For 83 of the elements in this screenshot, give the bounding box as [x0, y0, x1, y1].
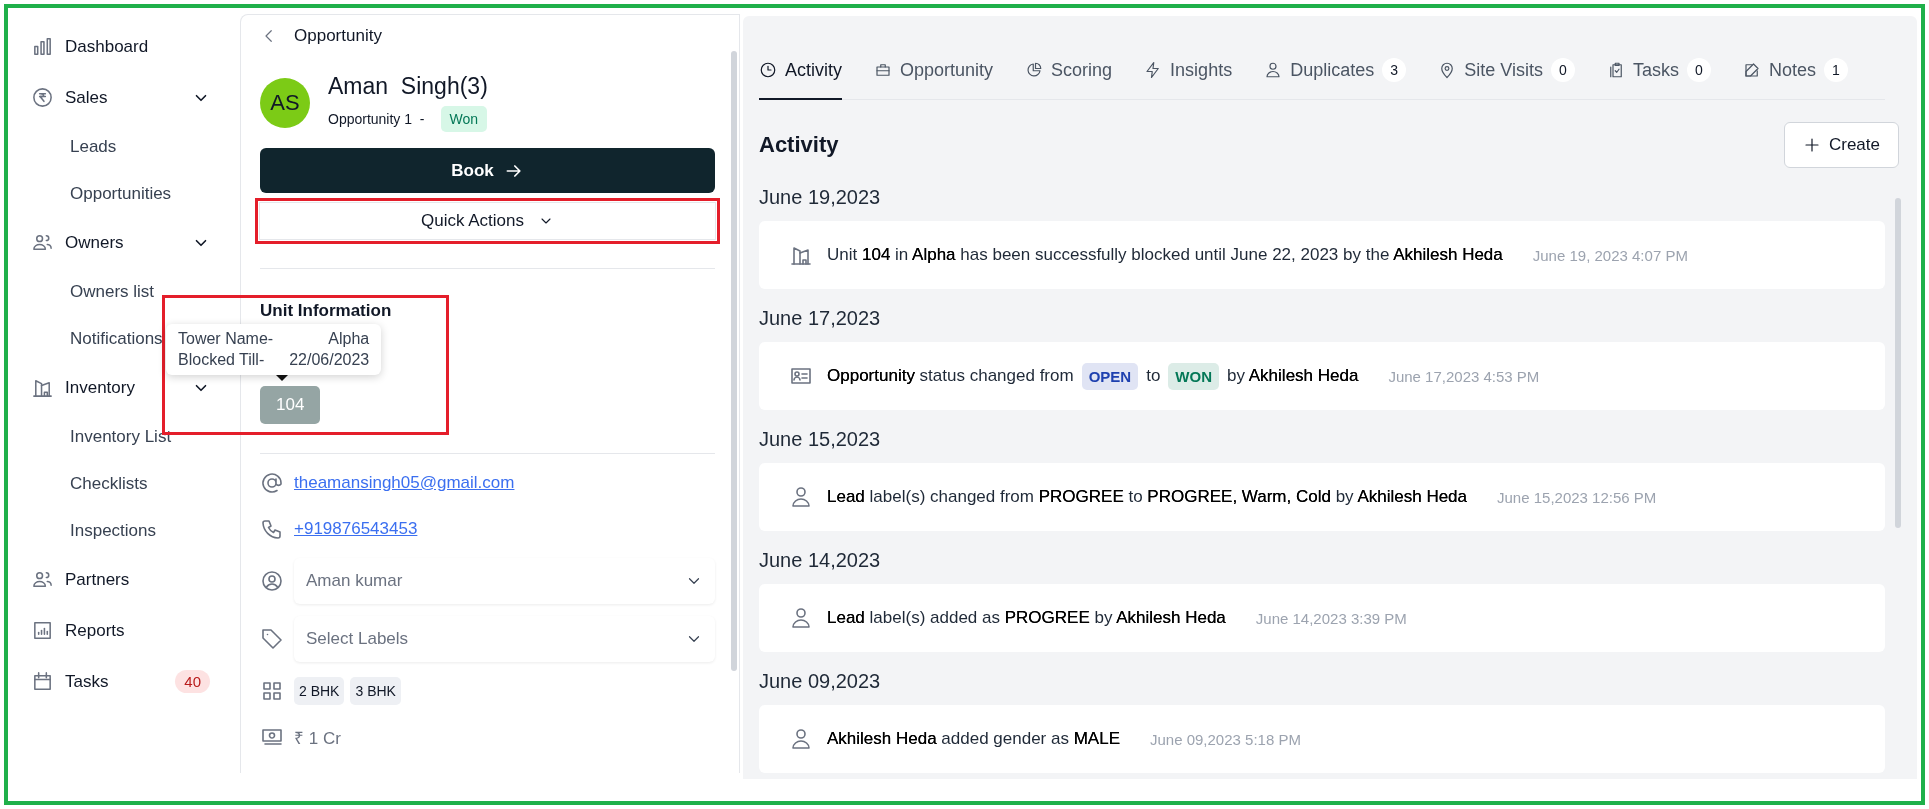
activity-text: Akhilesh Heda added gender as MALE — [827, 729, 1120, 749]
tooltip-label: Blocked Till- — [178, 351, 266, 369]
person-icon — [789, 606, 813, 630]
opportunity-label: Opportunity 1 - — [328, 111, 425, 127]
configuration-chip: 3 BHK — [350, 677, 401, 705]
contact-name: Aman Singh(3) — [328, 73, 488, 100]
quick-actions-button[interactable]: Quick Actions — [259, 202, 716, 240]
sidebar-subitem[interactable]: Notifications — [8, 315, 163, 362]
calendar-icon — [31, 670, 54, 693]
count-badge: 1 — [1823, 58, 1848, 82]
count-badge: 3 — [1382, 58, 1407, 82]
tooltip-value: Alpha — [327, 330, 370, 348]
pencil-icon — [1742, 61, 1761, 79]
section-heading: Unit Information — [260, 301, 392, 321]
status-badge: Won — [440, 106, 488, 132]
owner-select[interactable]: Aman kumar — [294, 558, 715, 604]
timestamp: June 17,2023 4:53 PM — [1388, 367, 1540, 385]
date-heading: June 17,2023 — [759, 307, 881, 330]
person-icon — [1264, 61, 1283, 79]
activity-text: Lead label(s) changed from PROGREE to PROGREE, Warm, Cold by Akhilesh Heda — [827, 487, 1468, 507]
sidebar-item[interactable]: Owners — [8, 217, 240, 268]
activity-text: to — [1146, 366, 1161, 386]
sidebar-subitem[interactable]: Opportunities — [8, 170, 172, 217]
tag-icon — [260, 627, 284, 651]
date-heading: June 15,2023 — [759, 428, 881, 451]
date-heading: June 14,2023 — [759, 549, 881, 572]
sidebar-item[interactable]: Dashboard — [8, 21, 240, 72]
avatar: AS — [260, 77, 310, 128]
count-badge: 40 — [175, 670, 210, 693]
section-title: Activity — [759, 132, 839, 158]
sidebar-item[interactable]: Tasks 40 — [8, 656, 240, 707]
sidebar-item[interactable]: Partners — [8, 554, 240, 605]
grid-icon — [260, 679, 284, 703]
timestamp: June 15,2023 12:56 PM — [1497, 488, 1657, 506]
activity-text: by Akhilesh Heda — [1227, 366, 1359, 386]
labels-select[interactable]: Select Labels — [294, 616, 715, 662]
book-button[interactable]: Book — [260, 148, 715, 193]
sidebar-item[interactable]: Sales — [8, 72, 240, 123]
email-link[interactable]: theamansingh05@gmail.com — [294, 473, 515, 493]
status-tag: WON — [1168, 362, 1220, 390]
phone-icon — [260, 517, 284, 541]
sidebar-item[interactable]: Reports — [8, 605, 240, 656]
date-heading: June 09,2023 — [759, 670, 881, 693]
configuration-chip: 2 BHK — [294, 677, 345, 705]
person-icon — [789, 485, 813, 509]
tooltip-label: Tower Name- — [178, 330, 274, 348]
tab[interactable]: Scoring — [1025, 58, 1113, 100]
timestamp: June 09,2023 5:18 PM — [1150, 730, 1301, 748]
at-sign-icon — [260, 471, 284, 495]
tab[interactable]: Activity — [759, 58, 842, 100]
create-button[interactable]: Create — [1783, 122, 1899, 168]
pie-chart-icon — [1025, 61, 1044, 79]
sidebar-subitem[interactable]: Inspections — [8, 507, 156, 554]
status-tag: OPEN — [1081, 362, 1139, 390]
timestamp: June 14,2023 3:39 PM — [1255, 609, 1407, 627]
budget-text: ₹ 1 Cr — [294, 727, 341, 749]
activity-text: Opportunity status changed from — [827, 366, 1074, 386]
rupee-icon — [31, 86, 54, 109]
timestamp: June 19, 2023 4:07 PM — [1532, 246, 1688, 264]
briefcase-icon — [874, 61, 892, 79]
count-badge: 0 — [1686, 58, 1711, 82]
report-icon — [31, 619, 54, 642]
date-heading: June 19,2023 — [759, 186, 881, 209]
tab[interactable]: Insights — [1144, 58, 1233, 100]
scrollbar[interactable] — [1895, 198, 1901, 528]
activity-text: Lead label(s) added as PROGREE by Akhilesh Heda — [827, 608, 1226, 628]
scrollbar[interactable] — [731, 51, 737, 671]
sidebar-subitem[interactable]: Owners list — [8, 268, 155, 315]
clock-icon — [759, 61, 777, 79]
sidebar-subitem[interactable]: Leads — [8, 123, 117, 170]
tab[interactable]: Duplicates 3 — [1264, 58, 1407, 100]
tab[interactable]: Notes 1 — [1742, 58, 1848, 100]
person-icon — [789, 727, 813, 751]
panel-title: Opportunity — [294, 26, 382, 46]
phone-link[interactable]: +919876543453 — [294, 519, 418, 539]
tab[interactable]: Site Visits 0 — [1438, 58, 1575, 100]
tab[interactable]: Opportunity — [874, 58, 994, 100]
tab[interactable]: Tasks 0 — [1606, 58, 1711, 100]
activity-text: Unit 104 in Alpha has been successfully blocked until June 22, 2023 by the Akhilesh Heda — [827, 245, 1503, 265]
bar-chart-icon — [31, 35, 54, 58]
sidebar-subitem[interactable]: Checklists — [8, 460, 148, 507]
tooltip-value: 22/06/2023 — [289, 351, 370, 369]
count-badge: 0 — [1550, 58, 1575, 82]
